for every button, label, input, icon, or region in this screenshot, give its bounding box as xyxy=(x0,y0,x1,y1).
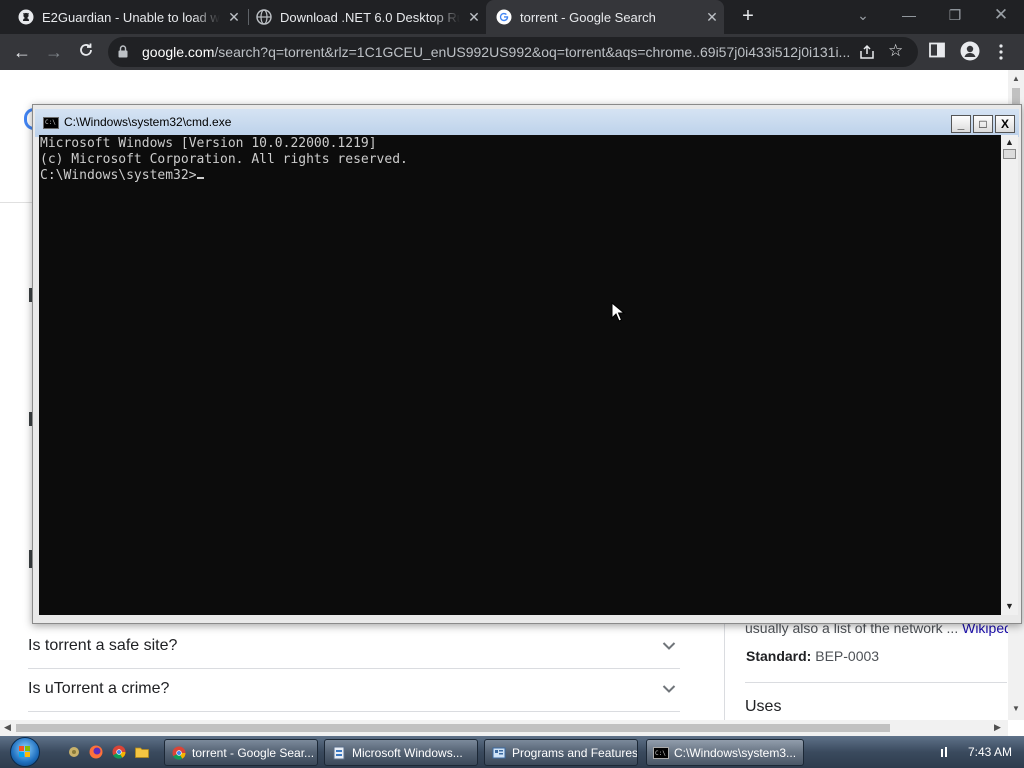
taskbar-clock[interactable]: 7:43 AM xyxy=(968,745,1012,759)
windows-logo-icon xyxy=(19,746,30,757)
taskbar-item-programs-features[interactable]: Programs and Features xyxy=(484,739,638,766)
lock-icon xyxy=(118,45,128,63)
divider xyxy=(0,202,34,203)
close-icon[interactable]: ✕ xyxy=(704,9,720,25)
browser-tab-strip: E2Guardian - Unable to load web ✕ Downlo… xyxy=(0,0,1024,34)
bookmark-star-icon[interactable]: ☆ xyxy=(888,41,903,61)
svg-text:C:\: C:\ xyxy=(655,750,666,757)
chevron-down-icon xyxy=(662,638,676,656)
share-icon[interactable] xyxy=(858,43,876,66)
console-output[interactable]: Microsoft Windows [Version 10.0.22000.12… xyxy=(39,135,1001,615)
scrollbar-thumb[interactable] xyxy=(1003,149,1016,159)
cmd-window-title: C:\Windows\system32\cmd.exe xyxy=(64,115,232,129)
tab-title: E2Guardian - Unable to load web xyxy=(42,9,220,25)
console-prompt: C:\Windows\system32> xyxy=(40,168,197,183)
cmd-icon: C:\ xyxy=(43,117,59,129)
scroll-up-arrow-icon[interactable]: ▲ xyxy=(1005,137,1014,147)
kebab-menu-icon[interactable] xyxy=(998,44,1004,65)
paa-question-text: Is uTorrent a crime? xyxy=(28,680,170,697)
scroll-up-arrow-icon[interactable]: ▲ xyxy=(1012,74,1020,83)
tray-network-icon[interactable] xyxy=(940,746,952,761)
mouse-pointer-icon xyxy=(611,302,625,322)
restore-icon[interactable]: ❐ xyxy=(943,4,967,26)
divider xyxy=(745,682,1007,683)
tab-search-chevron-icon[interactable]: ⌄ xyxy=(851,4,875,26)
uses-heading[interactable]: Uses xyxy=(745,698,781,716)
page-horizontal-scrollbar[interactable]: ◀ ▶ xyxy=(0,720,1008,736)
cmd-close-button[interactable]: X xyxy=(995,115,1015,133)
url-path: /search?q=torrent&rlz=1C1GCEU_enUS992US9… xyxy=(214,44,851,60)
control-panel-icon xyxy=(491,745,507,761)
url-host: google.com xyxy=(142,44,215,60)
close-window-icon[interactable]: ✕ xyxy=(989,4,1013,26)
scrollbar-thumb[interactable] xyxy=(16,724,890,732)
start-button[interactable] xyxy=(10,737,40,767)
reload-icon xyxy=(80,43,92,56)
chrome-icon xyxy=(171,745,187,761)
profile-avatar-icon[interactable] xyxy=(960,41,980,66)
text-cursor xyxy=(196,177,204,179)
taskbar-item-label: torrent - Google Sear... xyxy=(192,745,315,760)
show-desktop-icon[interactable] xyxy=(67,745,81,759)
console-line: (c) Microsoft Corporation. All rights re… xyxy=(40,152,408,167)
scroll-right-arrow-icon[interactable]: ▶ xyxy=(994,722,1001,733)
forward-button[interactable]: → xyxy=(43,41,65,63)
standard-label: Standard: xyxy=(746,648,812,664)
taskbar-item-label: C:\Windows\system3... xyxy=(674,745,797,760)
cmd-title-bar[interactable]: C:\ C:\Windows\system32\cmd.exe _ □ X xyxy=(35,109,1019,137)
firefox-icon[interactable] xyxy=(89,745,103,759)
github-icon xyxy=(18,9,34,25)
installer-icon xyxy=(331,745,347,761)
chrome-icon[interactable] xyxy=(112,745,126,759)
address-bar[interactable]: google.com/search?q=torrent&rlz=1C1GCEU_… xyxy=(108,37,918,67)
paa-question-2[interactable]: Is uTorrent a crime? xyxy=(28,669,680,712)
minimize-icon[interactable]: — xyxy=(897,4,921,26)
cmd-vertical-scrollbar[interactable]: ▲ ▼ xyxy=(1001,135,1018,615)
tab-google-search[interactable]: torrent - Google Search ✕ xyxy=(496,0,720,34)
tab-separator xyxy=(248,9,249,25)
cmd-minimize-button[interactable]: _ xyxy=(951,115,971,133)
console-prompt-line: C:\Windows\system32> xyxy=(40,168,408,184)
reload-button[interactable] xyxy=(75,41,97,63)
google-icon xyxy=(496,9,512,25)
new-tab-button[interactable]: + xyxy=(738,6,758,26)
console-text: Microsoft Windows [Version 10.0.22000.12… xyxy=(40,136,408,184)
standard-value[interactable]: BEP-0003 xyxy=(815,648,879,664)
folder-icon[interactable] xyxy=(135,745,149,759)
cmd-window[interactable]: C:\ C:\Windows\system32\cmd.exe _ □ X Mi… xyxy=(32,104,1022,624)
scroll-down-arrow-icon[interactable]: ▼ xyxy=(1005,601,1014,611)
globe-icon xyxy=(256,9,272,25)
screen: E2Guardian - Unable to load web ✕ Downlo… xyxy=(0,0,1024,768)
taskbar-item-windows-installer[interactable]: Microsoft Windows... xyxy=(324,739,478,766)
tab-e2guardian[interactable]: E2Guardian - Unable to load web ✕ xyxy=(18,0,242,34)
tab-title: torrent - Google Search xyxy=(520,9,656,25)
panel-divider xyxy=(724,618,725,720)
taskbar: torrent - Google Sear... Microsoft Windo… xyxy=(0,736,1024,768)
paa-question-text: Is torrent a safe site? xyxy=(28,637,178,654)
cmd-icon: C:\ xyxy=(653,745,669,761)
taskbar-item-label: Programs and Features xyxy=(512,745,638,760)
url-text: google.com/search?q=torrent&rlz=1C1GCEU_… xyxy=(142,44,854,60)
tab-dotnet-download[interactable]: Download .NET 6.0 Desktop Runtime ✕ xyxy=(256,0,482,34)
console-line: Microsoft Windows [Version 10.0.22000.12… xyxy=(40,136,377,151)
taskbar-item-cmd[interactable]: C:\ C:\Windows\system3... xyxy=(646,739,804,766)
taskbar-item-label: Microsoft Windows... xyxy=(352,745,463,760)
browser-toolbar: ← → google.com/search?q=torrent&rlz=1C1G… xyxy=(0,34,1024,70)
close-icon[interactable]: ✕ xyxy=(226,9,242,25)
paa-question-1[interactable]: Is torrent a safe site? xyxy=(28,626,680,669)
back-button[interactable]: ← xyxy=(11,41,33,63)
side-panel-icon[interactable] xyxy=(929,42,945,63)
scroll-left-arrow-icon[interactable]: ◀ xyxy=(4,722,11,733)
scroll-down-arrow-icon[interactable]: ▼ xyxy=(1012,704,1020,713)
chevron-down-icon xyxy=(662,681,676,699)
close-icon[interactable]: ✕ xyxy=(466,9,482,25)
cmd-maximize-button[interactable]: □ xyxy=(973,115,993,133)
taskbar-item-chrome[interactable]: torrent - Google Sear... xyxy=(164,739,318,766)
standard-row: Standard: BEP-0003 xyxy=(746,648,879,664)
tab-title: Download .NET 6.0 Desktop Runtime xyxy=(280,9,460,25)
